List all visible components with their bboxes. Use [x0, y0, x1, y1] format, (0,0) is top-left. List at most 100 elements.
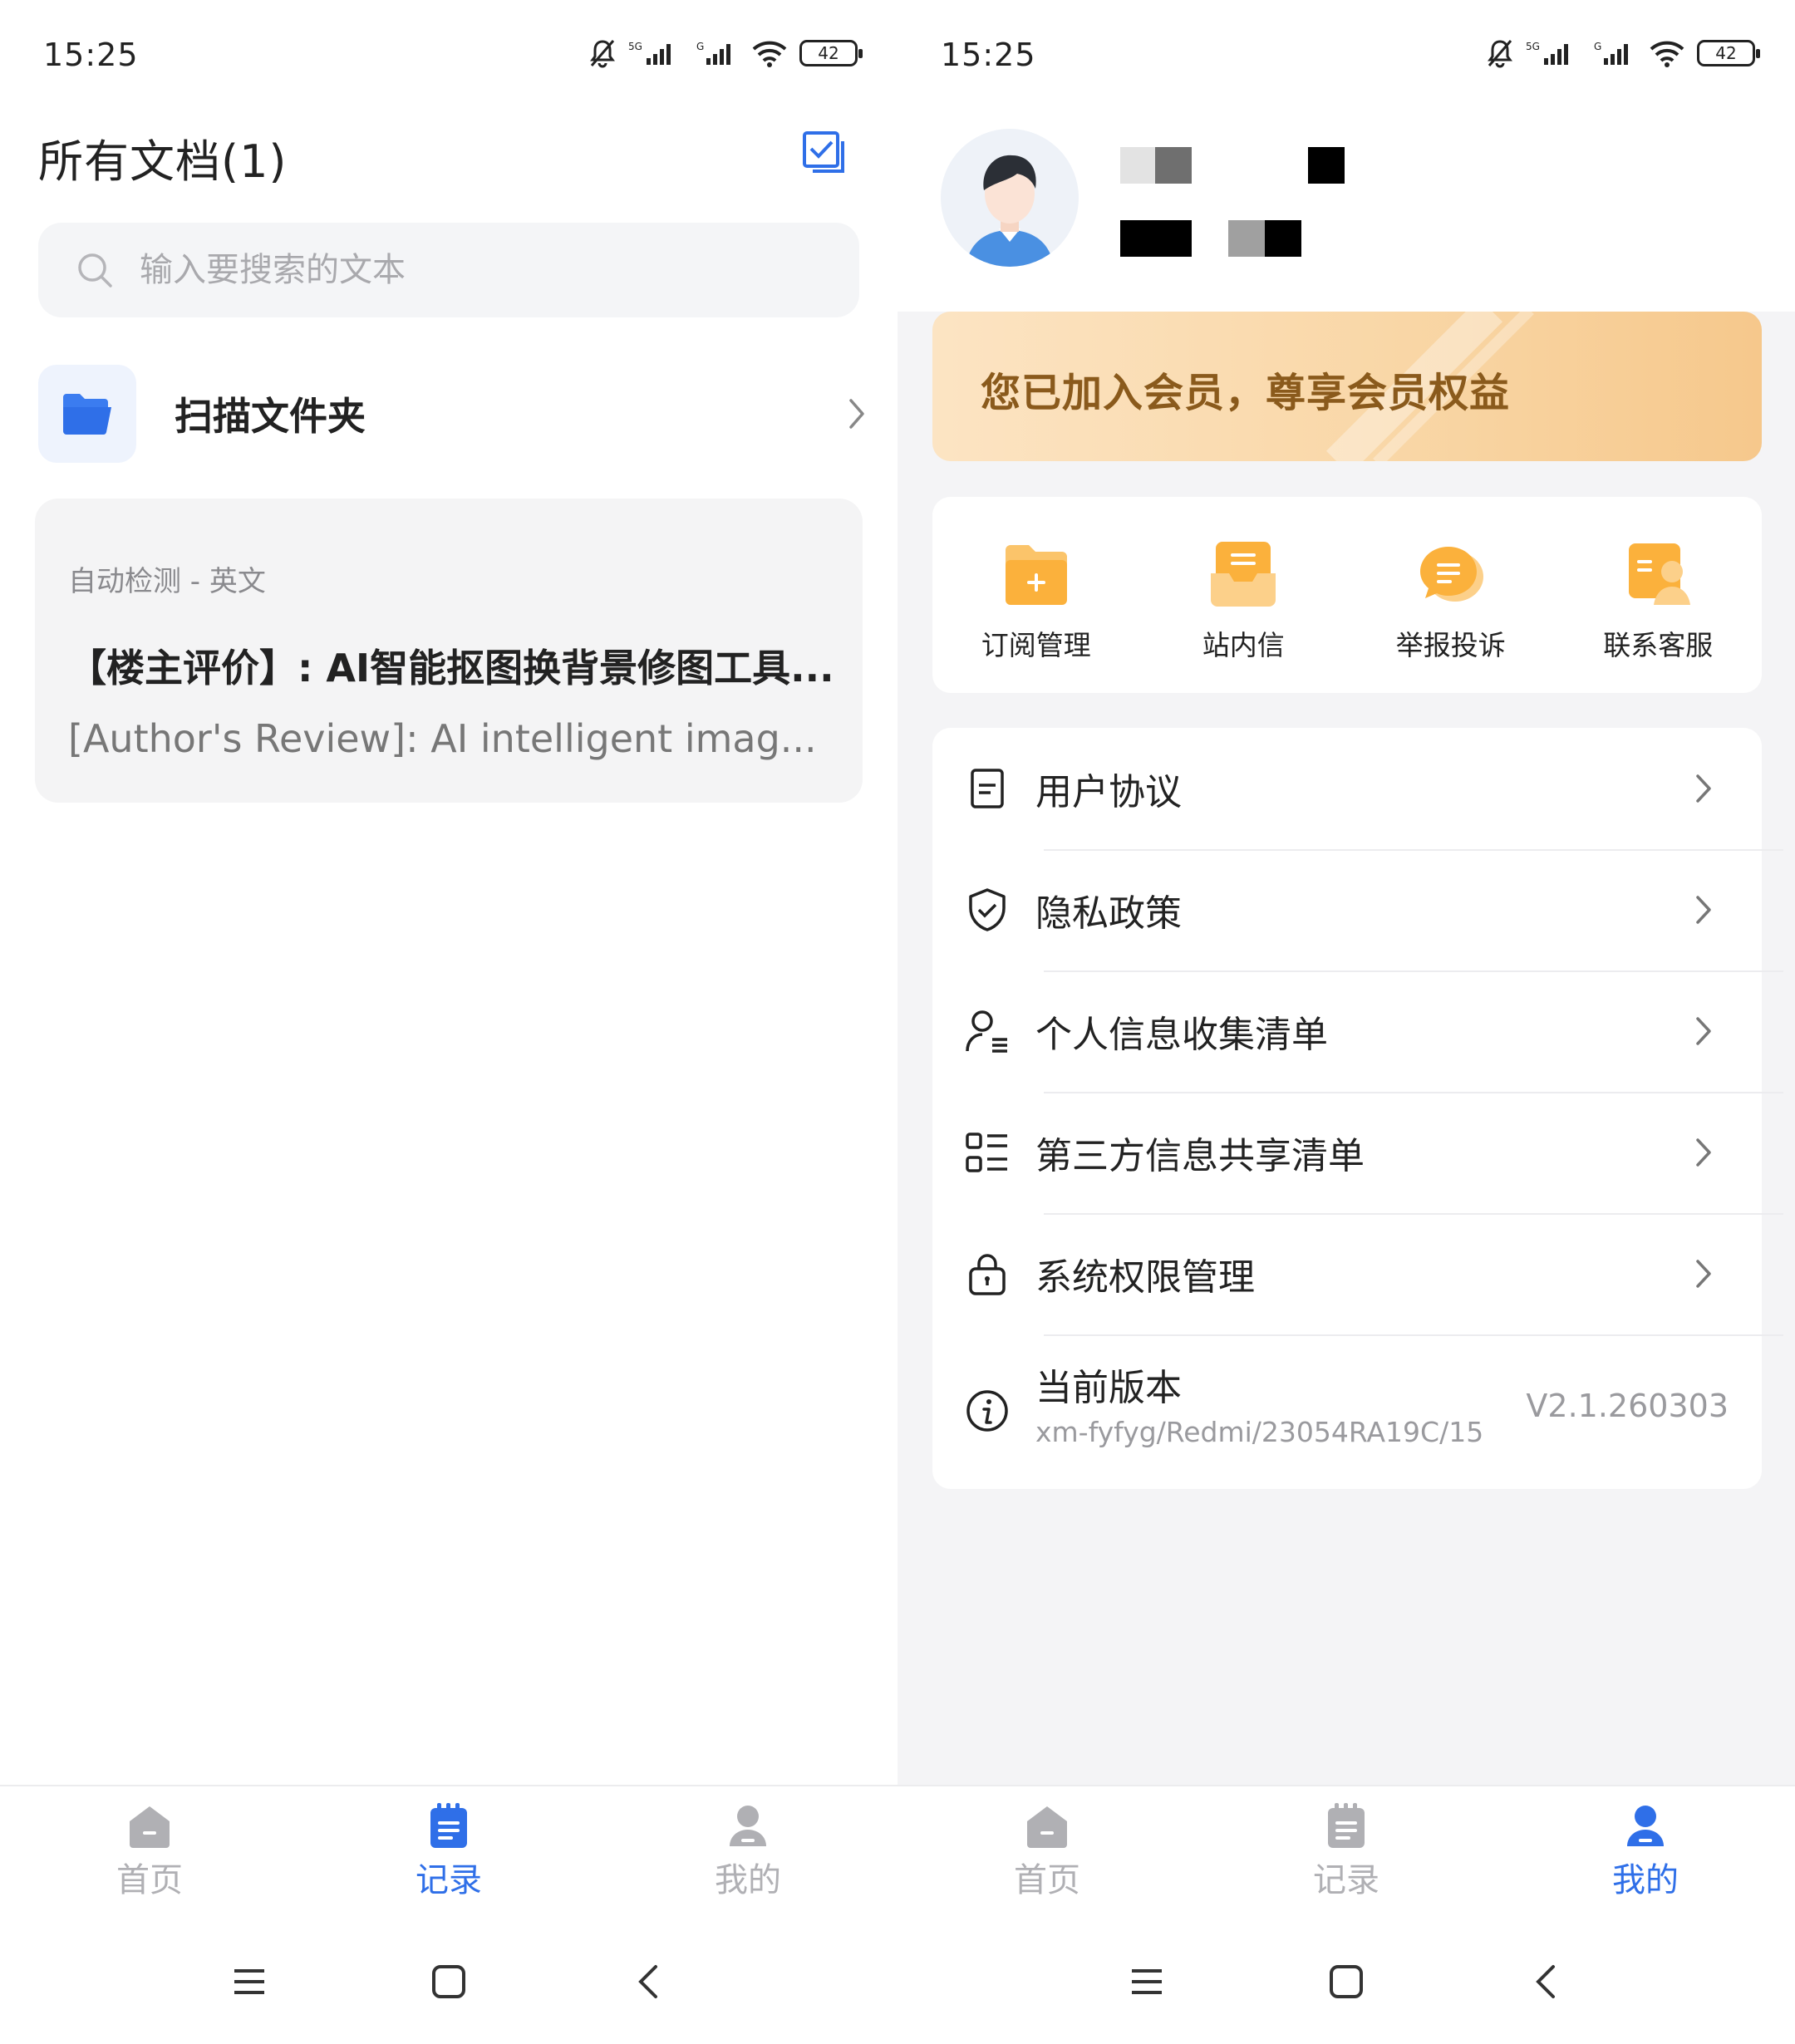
nav-records[interactable]: 记录 [299, 1786, 598, 1919]
version-number: V2.1.260303 [1526, 1388, 1729, 1424]
menu-third-party-list[interactable]: 第三方信息共享清单 [932, 1092, 1762, 1213]
battery-icon: 42 [799, 40, 863, 66]
signal-g-icon: G [1594, 41, 1628, 65]
menu-system-button[interactable] [224, 1957, 274, 2007]
menu-personal-info-list[interactable]: 个人信息收集清单 [932, 970, 1762, 1092]
search-input[interactable] [140, 251, 804, 289]
chevron-right-icon [1696, 1017, 1711, 1045]
records-screen: 15:25 5G G 42 所有文档(1) 扫描文件夹 [0, 0, 898, 2044]
document-language-meta: 自动检测 - 英文 [68, 565, 266, 598]
chevron-right-icon [1696, 1260, 1711, 1288]
folder-open-icon [63, 394, 111, 435]
menu-label: 第三方信息共享清单 [1035, 1135, 1365, 1177]
report-chat-icon [1419, 547, 1483, 602]
menu-label: 用户协议 [1035, 771, 1182, 813]
nav-home[interactable]: 首页 [898, 1786, 1197, 1919]
info-icon [966, 1390, 1008, 1432]
svg-text:G: G [696, 41, 704, 52]
svg-text:5G: 5G [628, 41, 642, 52]
back-arrow-icon [638, 1965, 657, 1998]
quick-actions: 订阅管理 站内信 举报投诉 联系客服 [932, 497, 1762, 693]
redacted-block [1265, 220, 1301, 257]
bottom-nav: 首页 记录 我的 [898, 1785, 1795, 1919]
menu-user-agreement[interactable]: 用户协议 [932, 728, 1762, 849]
quick-inbox[interactable]: 站内信 [1140, 497, 1348, 693]
mine-screen: 15:25 5G G 42 您已加入会员，尊享会员权益 订阅管理 站内信 举报投… [898, 0, 1795, 2044]
page-title: 所有文档(1) [38, 135, 288, 188]
version-row[interactable]: 当前版本 xm-fyfyg/Redmi/23054RA19C/15 V2.1.2… [932, 1334, 1762, 1489]
redacted-block [1120, 220, 1192, 257]
wifi-icon [752, 41, 787, 67]
nav-home[interactable]: 首页 [0, 1786, 299, 1919]
chevron-right-icon [1696, 896, 1711, 924]
subscription-folder-icon [1005, 545, 1067, 605]
version-build-info: xm-fyfyg/Redmi/23054RA19C/15 [1035, 1416, 1484, 1448]
svg-text:5G: 5G [1526, 41, 1540, 52]
records-icon [1328, 1803, 1365, 1848]
checkbox-stack-icon [803, 131, 844, 173]
folder-label: 扫描文件夹 [175, 394, 366, 439]
quick-subscription[interactable]: 订阅管理 [932, 497, 1140, 693]
status-bar: 15:25 5G G 42 [0, 0, 898, 112]
shield-check-icon [969, 888, 1006, 931]
home-system-button[interactable] [424, 1957, 474, 2007]
quick-subscription-label: 订阅管理 [981, 629, 1091, 661]
multi-select-button[interactable] [801, 130, 848, 176]
quick-customer-service[interactable]: 联系客服 [1555, 497, 1763, 693]
member-banner-text: 您已加入会员，尊享会员权益 [981, 370, 1511, 416]
status-time: 15:25 [941, 37, 1036, 73]
home-icon [1027, 1806, 1067, 1848]
square-icon [432, 1965, 465, 1998]
customer-service-icon [1629, 543, 1691, 605]
hamburger-icon [1132, 1969, 1162, 1994]
menu-system-permissions[interactable]: 系统权限管理 [932, 1213, 1762, 1334]
menu-privacy-policy[interactable]: 隐私政策 [932, 849, 1762, 970]
nav-mine[interactable]: 我的 [598, 1786, 898, 1919]
redacted-block [1228, 220, 1265, 257]
settings-menu: 用户协议 隐私政策 个人信息收集清单 第三方信息共享清单 系统权限管理 当前版本… [932, 728, 1783, 1489]
quick-report[interactable]: 举报投诉 [1347, 497, 1555, 693]
home-system-button[interactable] [1321, 1957, 1371, 2007]
avatar[interactable] [941, 129, 1079, 267]
nav-records-label: 记录 [1313, 1861, 1379, 1899]
avatar-person-icon [941, 129, 1079, 267]
nav-records[interactable]: 记录 [1197, 1786, 1496, 1919]
battery-icon: 42 [1697, 40, 1760, 66]
nav-home-label: 首页 [116, 1861, 183, 1899]
user-icon [730, 1806, 766, 1846]
document-card[interactable]: 自动检测 - 英文 【楼主评价】: AI智能抠图换背景修图工具... [Auth… [35, 499, 863, 803]
member-banner[interactable]: 您已加入会员，尊享会员权益 [932, 312, 1762, 461]
hamburger-icon [234, 1969, 264, 1994]
document-preview: [Author's Review]: AI intelligent imag..… [68, 716, 817, 761]
menu-system-button[interactable] [1122, 1957, 1172, 2007]
folder-icon-container [38, 365, 136, 463]
back-system-button[interactable] [1521, 1957, 1571, 2007]
chevron-right-icon [1696, 1138, 1711, 1167]
menu-label: 隐私政策 [1035, 892, 1182, 935]
menu-label: 系统权限管理 [1035, 1256, 1255, 1299]
search-bar[interactable] [38, 223, 859, 317]
nav-records-label: 记录 [416, 1861, 482, 1899]
redacted-block [1155, 147, 1192, 184]
inbox-icon [1211, 542, 1276, 607]
user-list-icon [966, 1010, 1007, 1053]
signal-g-icon: G [696, 41, 730, 65]
wifi-icon [1650, 41, 1684, 67]
signal-5g-icon: 5G [1526, 41, 1568, 65]
back-system-button[interactable] [623, 1957, 673, 2007]
document-icon [971, 769, 1004, 808]
redacted-block [1308, 147, 1345, 184]
back-arrow-icon [1536, 1965, 1555, 1998]
status-bar: 15:25 5G G 42 [898, 0, 1795, 112]
scan-folder-row[interactable]: 扫描文件夹 [38, 364, 869, 464]
nav-mine-label: 我的 [1612, 1861, 1679, 1899]
nav-mine[interactable]: 我的 [1496, 1786, 1795, 1919]
lock-icon [969, 1254, 1006, 1295]
quick-customer-service-label: 联系客服 [1603, 629, 1714, 661]
list-icon [966, 1133, 1007, 1172]
home-icon [130, 1806, 170, 1848]
system-nav-bar [898, 1919, 1795, 2044]
status-icons: 5G G 42 [588, 35, 863, 71]
mute-bell-icon [1488, 40, 1512, 68]
mute-bell-icon [590, 40, 615, 68]
